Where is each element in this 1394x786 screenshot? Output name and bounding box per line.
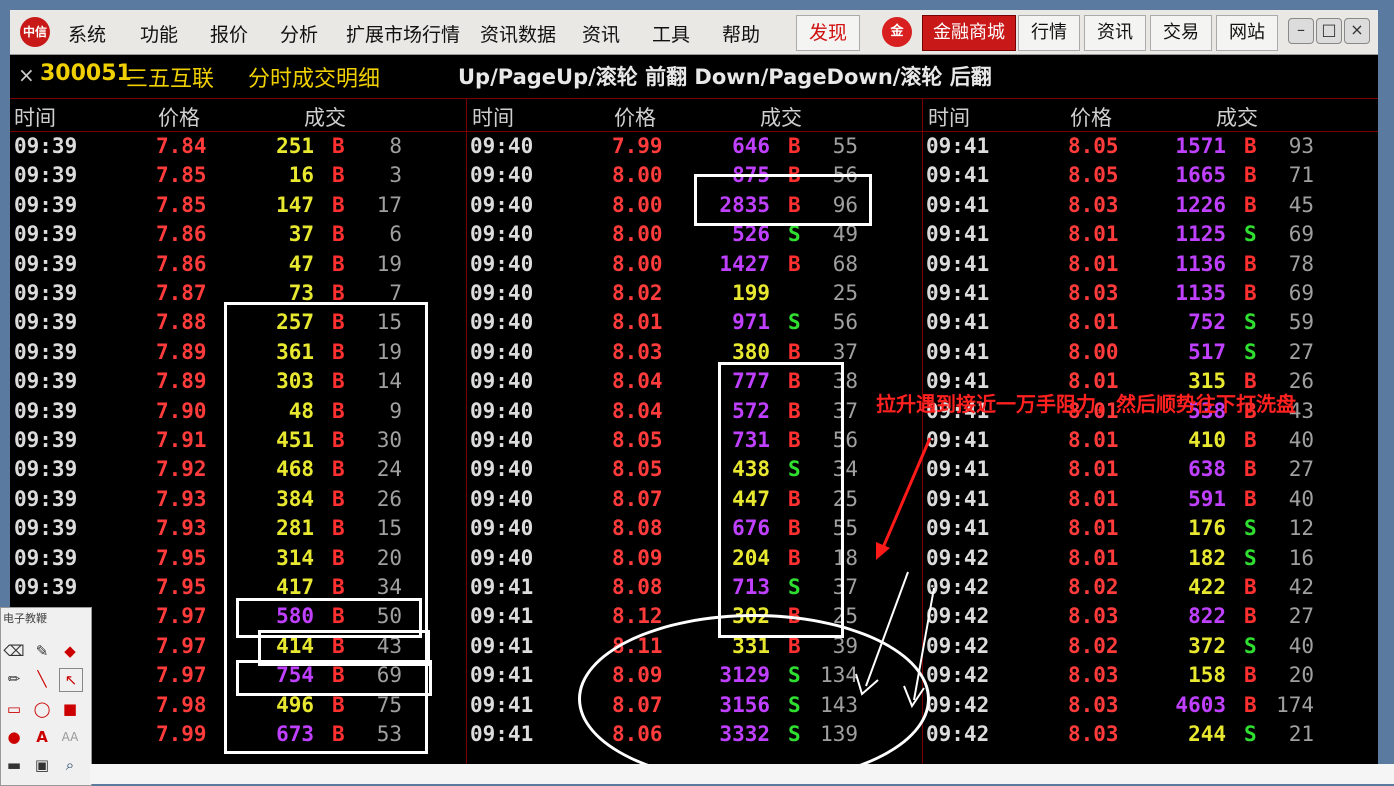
text-icon[interactable]: A — [31, 726, 53, 748]
filled-rect-icon[interactable]: ■ — [59, 698, 81, 720]
rectangle-icon[interactable]: ▭ — [3, 698, 25, 720]
font-size-icon[interactable]: AA — [59, 726, 81, 748]
annotation-arrows — [855, 437, 935, 709]
zoom-icon[interactable]: ⌕ — [59, 754, 81, 776]
pointer-toolbox: 电子教鞭 ⌫ ✎ ◆ ✏ ╲ ↖ ▭ ◯ ■ ● A AA ▬ ▣ ⌕ — [0, 607, 92, 786]
arrow-icon[interactable]: ↖ — [59, 668, 83, 692]
annotation-text: 拉升遇到接近一万手阻力，然后顺势往下打洗盘 — [876, 392, 1296, 416]
screen-icon[interactable]: ▣ — [31, 754, 53, 776]
fill-icon[interactable]: ◆ — [59, 640, 81, 662]
line-icon[interactable]: ╲ — [31, 668, 53, 690]
app-window: 中信 系统 功能 报价 分析 扩展市场行情 资讯数据 资讯 工具 帮助 发现 金… — [10, 10, 1378, 764]
eraser-icon[interactable]: ⌫ — [3, 640, 25, 662]
pen-icon[interactable]: ✎ — [31, 640, 53, 662]
status-strip — [90, 764, 1394, 784]
pencil-icon[interactable]: ✏ — [3, 668, 25, 690]
thickness-icon[interactable]: ▬ — [3, 754, 25, 776]
ellipse-icon[interactable]: ◯ — [31, 698, 53, 720]
filled-ellipse-icon[interactable]: ● — [3, 726, 25, 748]
toolbox-title: 电子教鞭 — [3, 612, 47, 625]
